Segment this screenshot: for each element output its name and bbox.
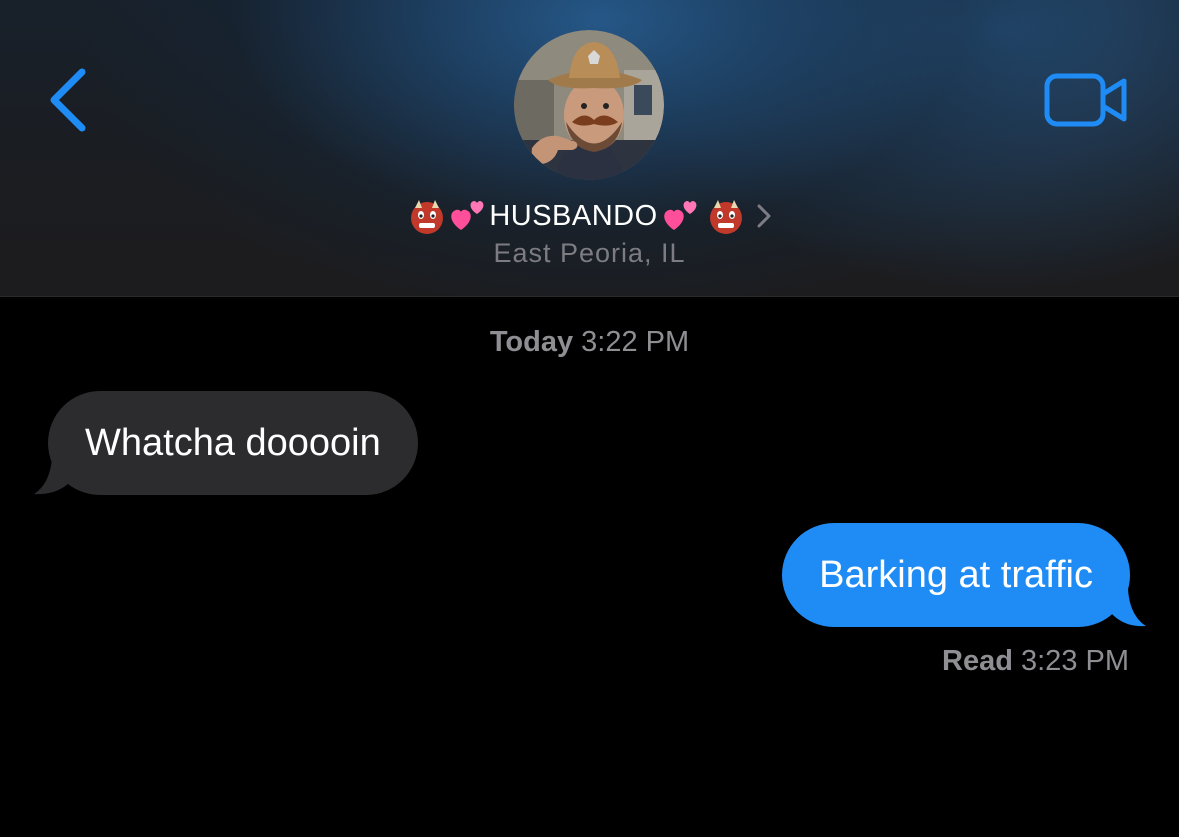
- two-hearts-emoji: [660, 196, 700, 236]
- ogre-face-emoji: [407, 196, 447, 236]
- timestamp-time: 3:22 PM: [581, 326, 690, 358]
- outgoing-message-bubble[interactable]: Barking at traffic: [782, 523, 1130, 627]
- video-camera-icon: [1044, 72, 1130, 128]
- contact-name-button[interactable]: HUSBANDO: [0, 192, 1179, 240]
- read-receipt-time: 3:23 PM: [1021, 645, 1129, 677]
- read-receipt-label: Read: [942, 645, 1013, 677]
- incoming-message-bubble[interactable]: Whatcha dooooin: [48, 391, 418, 495]
- two-hearts-emoji: [447, 196, 487, 236]
- conversation-timestamp: Today 3:22 PM: [0, 326, 1179, 359]
- contact-name: HUSBANDO: [489, 199, 658, 232]
- chevron-left-icon: [44, 64, 100, 136]
- messages-screen: HUSBANDO East Peoria, IL Today 3:22 PM W…: [0, 0, 1179, 837]
- contact-subtitle: East Peoria, IL: [493, 238, 686, 268]
- timestamp-day: Today: [489, 326, 574, 358]
- read-receipt: Read 3:23 PM: [942, 645, 1129, 678]
- contact-avatar[interactable]: [514, 30, 664, 180]
- video-call-button[interactable]: [1044, 72, 1130, 128]
- ogre-face-emoji: [706, 196, 746, 236]
- back-button[interactable]: [44, 64, 100, 136]
- conversation-header: HUSBANDO East Peoria, IL: [0, 0, 1179, 297]
- chevron-right-icon: [756, 203, 772, 229]
